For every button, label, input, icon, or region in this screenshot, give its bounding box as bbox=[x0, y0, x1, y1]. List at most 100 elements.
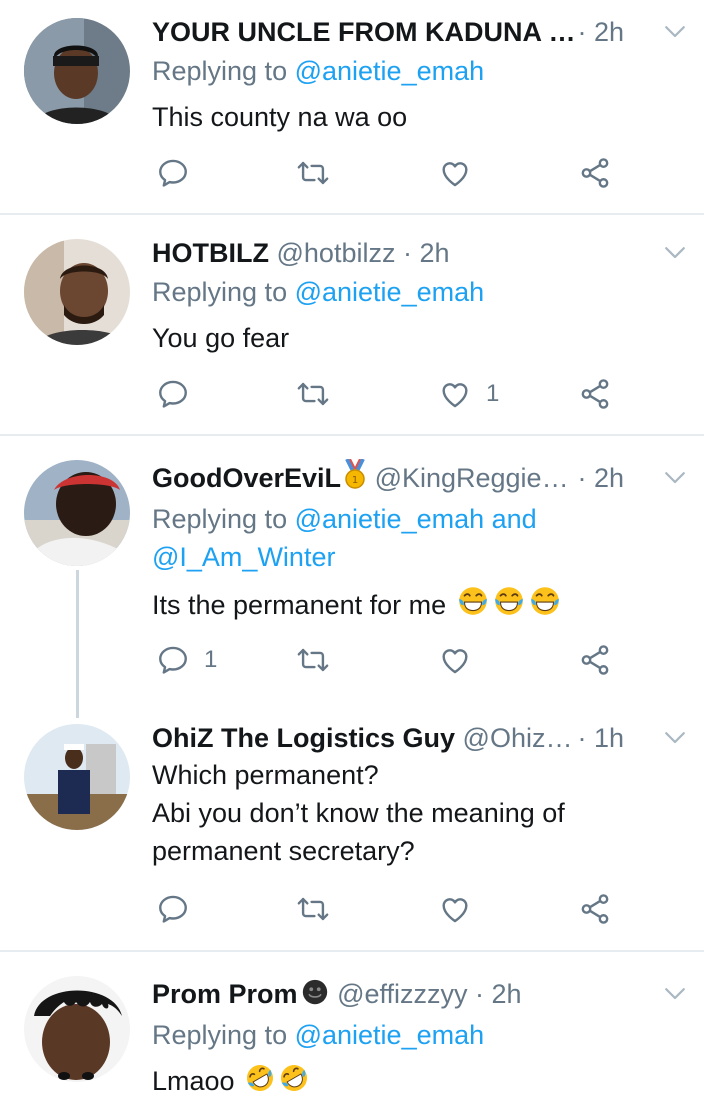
tweet-text-line: Abi you don’t know the meaning of bbox=[152, 798, 565, 828]
display-name[interactable]: OhiZ The Logistics Guy bbox=[152, 723, 455, 753]
replying-to: Replying to @anietie_emah and @I_Am_Winte… bbox=[152, 500, 680, 576]
share-icon bbox=[578, 892, 612, 926]
chevron-down-icon[interactable] bbox=[660, 462, 690, 492]
like-button[interactable] bbox=[438, 891, 486, 927]
user-handle[interactable]: @effizzzyy bbox=[337, 979, 467, 1009]
tweet-text-line: Which permanent? bbox=[152, 760, 379, 790]
mention-link[interactable]: @anietie_emah bbox=[295, 1020, 485, 1050]
like-button[interactable] bbox=[438, 642, 486, 678]
timestamp[interactable]: · 2h bbox=[475, 979, 522, 1009]
chevron-down-icon[interactable] bbox=[660, 16, 690, 46]
tears-of-joy-emoji bbox=[528, 584, 562, 618]
display-name[interactable]: GoodOverEviL bbox=[152, 463, 341, 493]
retweet-button[interactable] bbox=[296, 642, 344, 678]
reply-button[interactable] bbox=[156, 376, 204, 412]
reply-icon bbox=[156, 643, 190, 677]
share-button[interactable] bbox=[578, 642, 612, 678]
tweet-text: Its the permanent for me bbox=[152, 584, 680, 624]
like-icon bbox=[438, 377, 472, 411]
like-icon bbox=[438, 892, 472, 926]
like-icon bbox=[438, 643, 472, 677]
tweet-header: HOTBILZ @hotbilzz · 2h bbox=[152, 233, 624, 273]
timestamp[interactable]: · 1h bbox=[577, 718, 624, 758]
thread-connector bbox=[76, 570, 79, 718]
reply-button[interactable] bbox=[156, 891, 204, 927]
tweet-header: YOUR UNCLE FROM KADUNA … · 2h bbox=[152, 12, 624, 52]
user-handle[interactable]: @Ohiz… bbox=[463, 723, 573, 753]
timestamp[interactable]: · 2h bbox=[403, 238, 450, 268]
tweet-text-line: permanent secretary? bbox=[152, 836, 415, 866]
avatar[interactable] bbox=[24, 460, 130, 566]
tweet-actions: 1 bbox=[152, 642, 622, 678]
tweet-header: Prom Prom @effizzzyy · 2h bbox=[152, 974, 624, 1014]
retweet-button[interactable] bbox=[296, 376, 344, 412]
tweet-actions bbox=[152, 155, 622, 191]
tweet-text: Lmaoo bbox=[152, 1062, 680, 1100]
user-handle[interactable]: @KingReggie… bbox=[375, 463, 569, 493]
tears-of-joy-emoji bbox=[456, 584, 490, 618]
replying-prefix: Replying to bbox=[152, 1020, 295, 1050]
avatar[interactable] bbox=[24, 18, 130, 124]
reply-button[interactable]: 1 bbox=[156, 642, 217, 678]
share-icon bbox=[578, 377, 612, 411]
like-button[interactable] bbox=[438, 155, 486, 191]
share-button[interactable] bbox=[578, 891, 612, 927]
display-name[interactable]: HOTBILZ bbox=[152, 238, 269, 268]
tweet[interactable]: Prom Prom @effizzzyy · 2h Replying to @a… bbox=[0, 974, 704, 1105]
tweet-header: OhiZ The Logistics Guy @Ohiz… · 1h bbox=[152, 718, 624, 758]
replying-to: Replying to @anietie_emah bbox=[152, 52, 680, 90]
replying-prefix: Replying to bbox=[152, 277, 295, 307]
display-name[interactable]: YOUR UNCLE FROM KADUNA … bbox=[152, 17, 575, 47]
tweet[interactable]: GoodOverEviL @KingReggie… · 2h Replying … bbox=[0, 458, 704, 698]
smiley-emoji bbox=[300, 977, 330, 1007]
divider bbox=[0, 213, 704, 215]
share-button[interactable] bbox=[578, 376, 612, 412]
mention-link[interactable]: @anietie_emah and bbox=[295, 504, 537, 534]
tweet-text: You go fear bbox=[152, 323, 290, 353]
reply-count: 1 bbox=[204, 646, 218, 673]
user-handle[interactable]: @hotbilzz bbox=[277, 238, 396, 268]
tweet-header: GoodOverEviL @KingReggie… · 2h bbox=[152, 458, 624, 498]
timestamp[interactable]: · 2h bbox=[577, 458, 624, 498]
timestamp[interactable]: · 2h bbox=[577, 12, 624, 52]
display-name[interactable]: Prom Prom bbox=[152, 979, 298, 1009]
replying-prefix: Replying to bbox=[152, 504, 295, 534]
chevron-down-icon[interactable] bbox=[660, 237, 690, 267]
tweet[interactable]: HOTBILZ @hotbilzz · 2h Replying to @anie… bbox=[0, 233, 704, 433]
replying-prefix: Replying to bbox=[152, 56, 295, 86]
mention-link[interactable]: @anietie_emah bbox=[295, 277, 485, 307]
share-icon bbox=[578, 643, 612, 677]
replying-to: Replying to @anietie_emah bbox=[152, 1016, 680, 1054]
tweet[interactable]: OhiZ The Logistics Guy @Ohiz… · 1h Which… bbox=[0, 718, 704, 948]
chevron-down-icon[interactable] bbox=[660, 978, 690, 1008]
share-button[interactable] bbox=[578, 155, 612, 191]
rofl-emoji bbox=[244, 1062, 276, 1094]
mention-link[interactable]: @anietie_emah bbox=[295, 56, 485, 86]
share-icon bbox=[578, 156, 612, 190]
tweet-text-body: Lmaoo bbox=[152, 1066, 235, 1096]
avatar[interactable] bbox=[24, 976, 130, 1082]
avatar[interactable] bbox=[24, 724, 130, 830]
retweet-button[interactable] bbox=[296, 155, 344, 191]
divider bbox=[0, 950, 704, 952]
medal-icon bbox=[343, 459, 367, 491]
tweet-actions bbox=[152, 891, 622, 927]
tweet-text-body: Its the permanent for me bbox=[152, 590, 447, 620]
retweet-icon bbox=[296, 377, 330, 411]
reply-icon bbox=[156, 892, 190, 926]
like-icon bbox=[438, 156, 472, 190]
reply-icon bbox=[156, 156, 190, 190]
tweet-text: This county na wa oo bbox=[152, 102, 408, 132]
tweet[interactable]: YOUR UNCLE FROM KADUNA … · 2h Replying t… bbox=[0, 12, 704, 212]
mention-link[interactable]: @I_Am_Winter bbox=[152, 542, 335, 572]
tweet-actions: 1 bbox=[152, 376, 622, 412]
rofl-emoji bbox=[278, 1062, 310, 1094]
chevron-down-icon[interactable] bbox=[660, 722, 690, 752]
retweet-icon bbox=[296, 892, 330, 926]
retweet-button[interactable] bbox=[296, 891, 344, 927]
reply-button[interactable] bbox=[156, 155, 204, 191]
tweet-text: Which permanent? Abi you don’t know the … bbox=[152, 756, 680, 870]
avatar[interactable] bbox=[24, 239, 130, 345]
tears-of-joy-emoji bbox=[492, 584, 526, 618]
like-button[interactable]: 1 bbox=[438, 376, 499, 412]
